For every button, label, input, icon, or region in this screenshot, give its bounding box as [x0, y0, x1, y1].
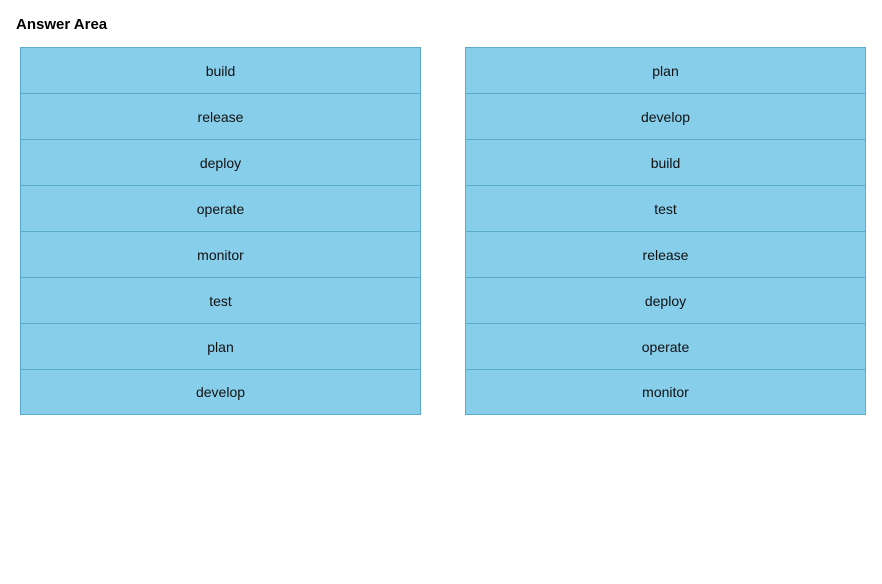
- left-column: buildreleasedeployoperatemonitortestplan…: [20, 47, 421, 415]
- right-item-7[interactable]: monitor: [465, 369, 866, 415]
- right-item-2[interactable]: build: [465, 139, 866, 185]
- left-item-2[interactable]: deploy: [20, 139, 421, 185]
- left-item-3[interactable]: operate: [20, 185, 421, 231]
- right-item-6[interactable]: operate: [465, 323, 866, 369]
- columns-container: buildreleasedeployoperatemonitortestplan…: [16, 47, 866, 415]
- right-column: plandevelopbuildtestreleasedeployoperate…: [465, 47, 866, 415]
- left-item-5[interactable]: test: [20, 277, 421, 323]
- right-item-3[interactable]: test: [465, 185, 866, 231]
- answer-area-title: Answer Area: [16, 16, 866, 33]
- left-item-6[interactable]: plan: [20, 323, 421, 369]
- right-item-1[interactable]: develop: [465, 93, 866, 139]
- left-item-4[interactable]: monitor: [20, 231, 421, 277]
- right-item-4[interactable]: release: [465, 231, 866, 277]
- left-item-0[interactable]: build: [20, 47, 421, 93]
- right-item-5[interactable]: deploy: [465, 277, 866, 323]
- left-item-7[interactable]: develop: [20, 369, 421, 415]
- left-item-1[interactable]: release: [20, 93, 421, 139]
- right-item-0[interactable]: plan: [465, 47, 866, 93]
